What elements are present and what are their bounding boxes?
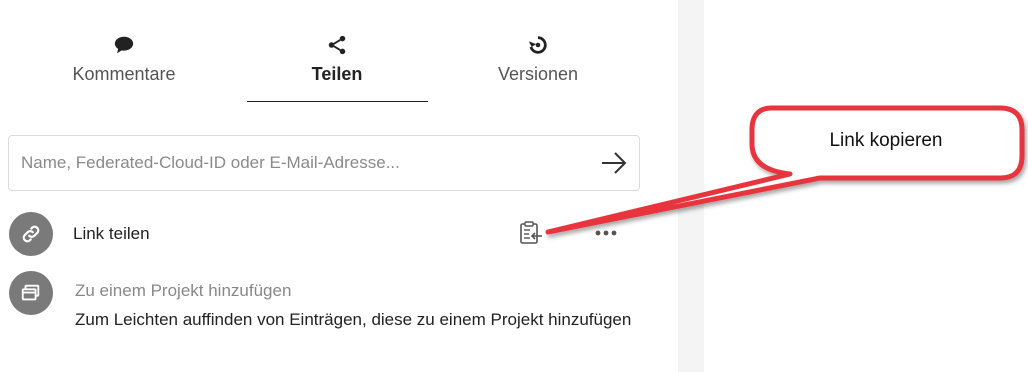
callout-label: Link kopieren <box>829 130 943 151</box>
callout-pointer <box>545 105 1025 235</box>
